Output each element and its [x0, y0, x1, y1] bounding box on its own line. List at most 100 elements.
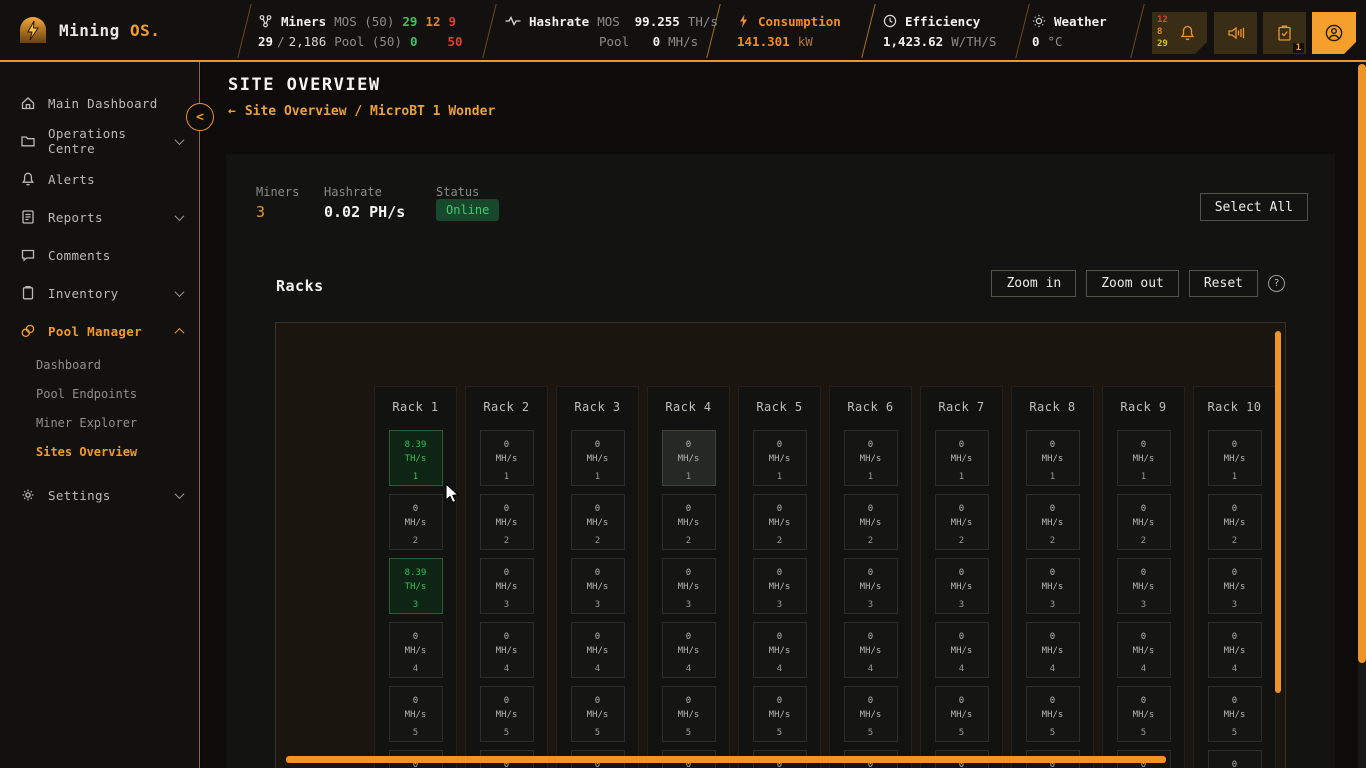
miner-cell[interactable]: 0MH/s1 — [753, 430, 807, 486]
miner-cell[interactable]: 0MH/s4 — [571, 622, 625, 678]
page-scrollbar-thumb[interactable] — [1358, 64, 1366, 663]
tasks-button[interactable]: 1 — [1263, 12, 1306, 54]
miner-cell[interactable]: 0MH/s2 — [1026, 494, 1080, 550]
miner-cell[interactable]: 0MH/s3 — [1117, 558, 1171, 614]
racks-viewport[interactable]: Rack 18.39TH/s10MH/s28.39TH/s30MH/s40MH/… — [275, 322, 1286, 768]
miner-cell[interactable]: 0MH/s4 — [1026, 622, 1080, 678]
miner-cell[interactable]: 8.39TH/s1 — [389, 430, 443, 486]
miner-hashrate-unit: MH/s — [1224, 645, 1246, 657]
notification-count-info: 29 — [1157, 38, 1168, 50]
miner-cell[interactable]: 0MH/s2 — [935, 494, 989, 550]
miner-hashrate-value: 0 — [1232, 695, 1237, 707]
sidebar-subitem-pool-endpoints[interactable]: Pool Endpoints — [0, 379, 199, 408]
miner-cell[interactable]: 0MH/s4 — [935, 622, 989, 678]
miner-cell[interactable]: 0MH/s2 — [389, 494, 443, 550]
miner-cell[interactable]: 0MH/s4 — [1117, 622, 1171, 678]
top-header: Mining OS. Miners MOS (50) 29 12 9 — [0, 0, 1366, 62]
zoom-out-button[interactable]: Zoom out — [1086, 270, 1179, 297]
sidebar-item-comments[interactable]: Comments — [0, 236, 199, 274]
sidebar-item-operations-centre[interactable]: Operations Centre — [0, 122, 199, 160]
miner-cell[interactable]: 0MH/s3 — [480, 558, 534, 614]
miner-cell[interactable]: 0MH/s1 — [1208, 430, 1262, 486]
sidebar-item-alerts[interactable]: Alerts — [0, 160, 199, 198]
notifications-button[interactable]: 12 8 29 — [1152, 12, 1207, 54]
miner-cell[interactable]: 0MH/s2 — [753, 494, 807, 550]
racks-vertical-scrollbar[interactable] — [1275, 331, 1281, 693]
hashrate-summary-value: 0.02 PH/s — [324, 203, 405, 221]
sidebar-item-inventory[interactable]: Inventory — [0, 274, 199, 312]
sidebar-item-main-dashboard[interactable]: Main Dashboard — [0, 84, 199, 122]
miner-index: 1 — [1232, 472, 1237, 482]
miner-cell[interactable]: 0MH/s2 — [571, 494, 625, 550]
zoom-in-button[interactable]: Zoom in — [991, 270, 1076, 297]
miner-hashrate-unit: MH/s — [496, 709, 518, 721]
announcements-button[interactable] — [1214, 12, 1257, 54]
miner-cell[interactable]: 0MH/s5 — [480, 686, 534, 742]
miner-hashrate-value: 0 — [1232, 567, 1237, 579]
miner-cell[interactable]: 0MH/s5 — [844, 686, 898, 742]
miner-cell[interactable]: 0MH/s1 — [844, 430, 898, 486]
miner-cell[interactable]: 0MH/s5 — [571, 686, 625, 742]
miner-cell[interactable]: 0MH/s5 — [1026, 686, 1080, 742]
miner-cell[interactable]: 0MH/s5 — [1208, 686, 1262, 742]
miner-cell[interactable]: 0MH/s4 — [1208, 622, 1262, 678]
miner-cell[interactable]: 0MH/s3 — [1026, 558, 1080, 614]
rack-column: Rack 18.39TH/s10MH/s28.39TH/s30MH/s40MH/… — [374, 386, 457, 768]
miner-cell[interactable]: 0MH/s2 — [480, 494, 534, 550]
miner-cell[interactable]: 0MH/s4 — [662, 622, 716, 678]
miner-cell[interactable]: 0MH/s4 — [844, 622, 898, 678]
efficiency-unit: W/TH/S — [951, 34, 996, 49]
miner-cell[interactable]: 0MH/s4 — [480, 622, 534, 678]
miner-index: 1 — [413, 472, 418, 482]
miner-cell[interactable]: 0MH/s5 — [753, 686, 807, 742]
sidebar-item-reports[interactable]: Reports — [0, 198, 199, 236]
miner-cell[interactable]: 0MH/s1 — [1117, 430, 1171, 486]
miner-hashrate-value: 0 — [868, 439, 873, 451]
reset-button[interactable]: Reset — [1189, 270, 1258, 297]
miner-cell[interactable]: 0MH/s1 — [662, 430, 716, 486]
miner-cell[interactable]: 0MH/s2 — [1208, 494, 1262, 550]
select-all-button[interactable]: Select All — [1200, 193, 1308, 221]
miner-cell[interactable]: 0MH/s1 — [480, 430, 534, 486]
brand-logo[interactable]: Mining OS. — [16, 13, 160, 47]
sidebar-item-settings[interactable]: Settings — [0, 476, 199, 514]
miner-cell[interactable]: 0MH/s3 — [1208, 558, 1262, 614]
account-button[interactable] — [1312, 12, 1356, 54]
miner-cell[interactable]: 0MH/s5 — [1117, 686, 1171, 742]
miner-index: 3 — [686, 600, 691, 610]
miner-cell[interactable]: 0MH/s6 — [1208, 750, 1262, 768]
sidebar-collapse-button[interactable]: < — [186, 103, 214, 131]
sidebar-item-pool-manager[interactable]: Pool Manager — [0, 312, 199, 350]
miner-cell[interactable]: 0MH/s5 — [389, 686, 443, 742]
sidebar-subitem-miner-explorer[interactable]: Miner Explorer — [0, 408, 199, 437]
miner-cell[interactable]: 0MH/s2 — [844, 494, 898, 550]
miner-hashrate-value: 0 — [595, 439, 600, 451]
miner-cell[interactable]: 8.39TH/s3 — [389, 558, 443, 614]
header-separator — [482, 4, 496, 58]
breadcrumb[interactable]: ← Site Overview / MicroBT 1 Wonder — [228, 104, 495, 119]
miner-hashrate-unit: MH/s — [951, 517, 973, 529]
miner-cell[interactable]: 0MH/s3 — [662, 558, 716, 614]
back-arrow-icon[interactable]: ← — [228, 104, 236, 119]
miner-cell[interactable]: 0MH/s3 — [935, 558, 989, 614]
miner-cell[interactable]: 0MH/s1 — [571, 430, 625, 486]
help-icon[interactable]: ? — [1268, 275, 1285, 292]
miner-cell[interactable]: 0MH/s5 — [662, 686, 716, 742]
miner-cell[interactable]: 0MH/s5 — [935, 686, 989, 742]
miner-cell[interactable]: 0MH/s4 — [753, 622, 807, 678]
miner-index: 3 — [1141, 600, 1146, 610]
sidebar-subitem-dashboard[interactable]: Dashboard — [0, 350, 199, 379]
miner-cell[interactable]: 0MH/s1 — [935, 430, 989, 486]
miner-cell[interactable]: 0MH/s1 — [1026, 430, 1080, 486]
miner-cell[interactable]: 0MH/s2 — [1117, 494, 1171, 550]
racks-horizontal-scrollbar[interactable] — [286, 756, 1166, 763]
miner-hashrate-unit: MH/s — [1042, 709, 1064, 721]
sidebar-subitem-sites-overview[interactable]: Sites Overview — [0, 437, 199, 466]
miner-cell[interactable]: 0MH/s2 — [662, 494, 716, 550]
miner-cell[interactable]: 0MH/s3 — [844, 558, 898, 614]
miner-cell[interactable]: 0MH/s3 — [571, 558, 625, 614]
miner-hashrate-unit: MH/s — [587, 645, 609, 657]
miner-cell[interactable]: 0MH/s3 — [753, 558, 807, 614]
miner-cell[interactable]: 0MH/s4 — [389, 622, 443, 678]
sidebar-item-label: Inventory — [48, 286, 164, 301]
